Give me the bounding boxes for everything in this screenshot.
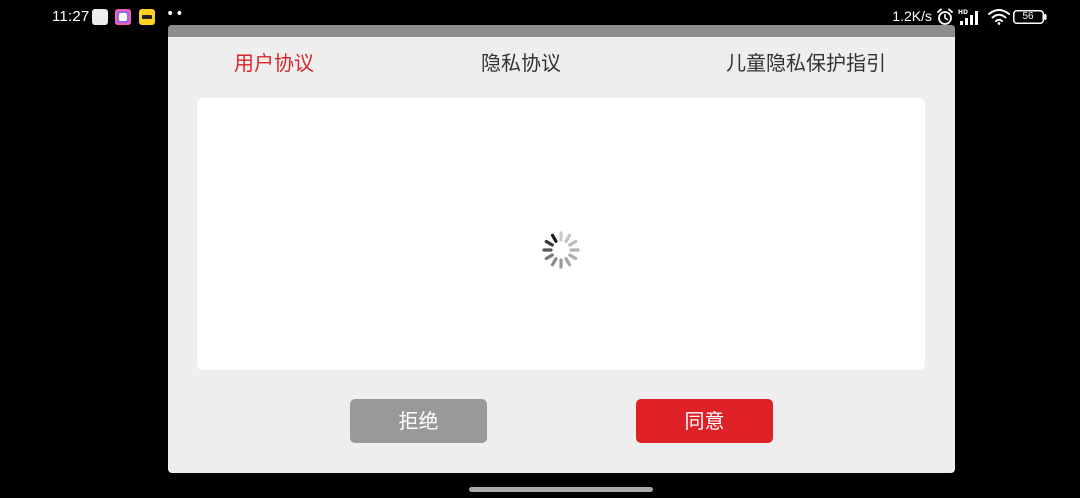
loading-spinner-icon <box>542 231 580 269</box>
more-notifications-icon: •• <box>166 6 185 22</box>
home-indicator[interactable] <box>469 487 653 492</box>
battery-level: 56 <box>1022 11 1034 22</box>
tab-user-agreement[interactable]: 用户协议 <box>234 49 314 77</box>
agreement-dialog: 用户协议 隐私协议 儿童隐私保护指引 拒绝 同意 <box>168 25 955 473</box>
battery-icon: 56 <box>1013 10 1047 24</box>
app-notification-icon <box>139 9 155 25</box>
agreement-content-panel <box>197 98 925 370</box>
svg-text:HD: HD <box>958 9 968 16</box>
app-notification-icon <box>115 9 131 25</box>
dialog-top-bar <box>168 25 955 37</box>
screen: 11:27 •• 1.2K/s HD 56 用户协议 隐私协议 儿童隐私保护指引… <box>0 0 1080 498</box>
tab-child-privacy-guide[interactable]: 儿童隐私保护指引 <box>726 49 886 77</box>
hd-signal-icon: HD <box>958 9 978 25</box>
wifi-icon <box>988 9 1010 25</box>
reject-button[interactable]: 拒绝 <box>350 399 487 443</box>
alarm-icon <box>937 8 953 25</box>
notification-square-icon <box>92 9 108 25</box>
status-time: 11:27 <box>52 8 90 25</box>
tab-privacy-agreement[interactable]: 隐私协议 <box>481 49 561 77</box>
network-speed: 1.2K/s <box>892 8 932 24</box>
agree-button[interactable]: 同意 <box>636 399 773 443</box>
